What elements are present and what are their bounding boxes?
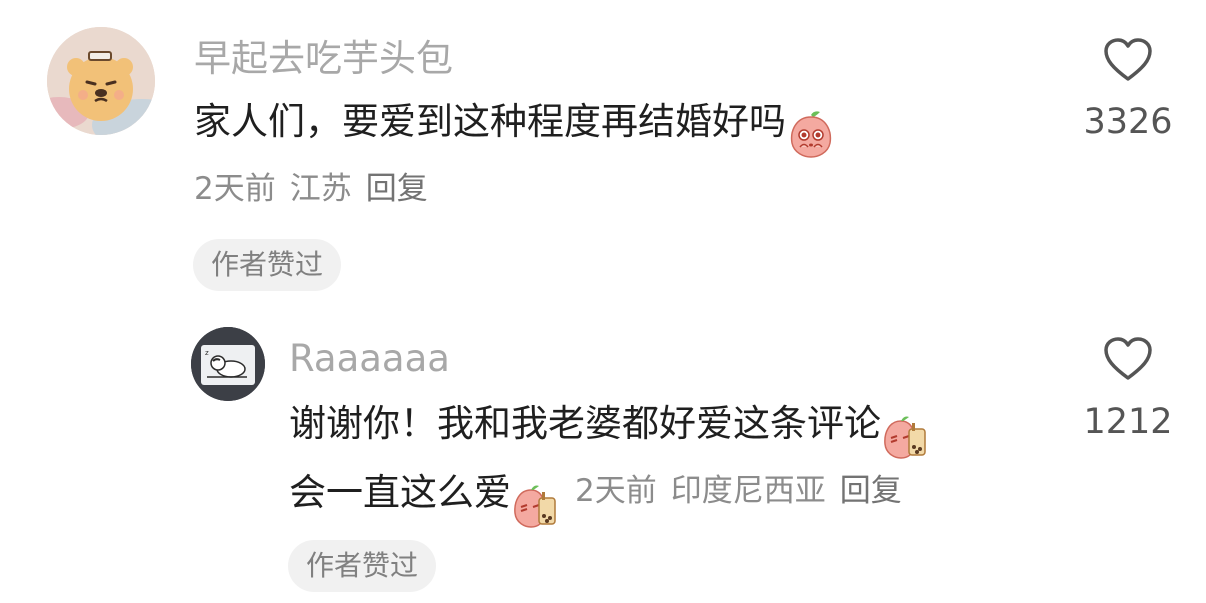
reply-reply-button[interactable]: 回复 — [840, 473, 902, 509]
heart-icon[interactable] — [1103, 37, 1153, 83]
author-liked-badge: 作者赞过 — [193, 239, 342, 291]
comment-meta: 2天前 江苏 回复 — [194, 174, 428, 205]
avatar[interactable] — [47, 27, 155, 135]
bear-avatar-icon — [47, 27, 155, 135]
comment-location: 江苏 — [289, 171, 352, 207]
reply-meta: 2天前 印度尼西亚 回复 — [575, 476, 902, 507]
reply-text-content: 谢谢你！我和我老婆都好爱这条评论 — [289, 402, 881, 445]
reply-text-line1: 谢谢你！我和我老婆都好爱这条评论 — [289, 405, 931, 461]
comment-text-content: 家人们，要爱到这种程度再结婚好吗 — [194, 100, 786, 143]
comment-username[interactable]: 早起去吃芋头包 — [194, 40, 453, 77]
like-count: 3326 — [1083, 102, 1173, 142]
reply-author-liked-badge: 作者赞过 — [288, 540, 437, 592]
reply-time: 2天前 — [575, 473, 657, 509]
flushed-peach-emoji-icon — [786, 109, 836, 159]
peach-bubble-tea-emoji-icon-2 — [511, 480, 561, 530]
reply-like-count: 1212 — [1083, 402, 1173, 442]
peach-bubble-tea-emoji-icon — [881, 411, 931, 461]
reply-text-line2: 会一直这么爱 2天前 印度尼西亚 回复 — [289, 474, 902, 530]
reply-button[interactable]: 回复 — [366, 171, 428, 207]
reply-text-content-2: 会一直这么爱 — [289, 471, 511, 514]
comment-text: 家人们，要爱到这种程度再结婚好吗 — [194, 103, 836, 159]
sleeping-cartoon-avatar-icon: z — [191, 327, 265, 401]
reply-avatar[interactable]: z — [191, 327, 265, 401]
reply-username[interactable]: Raaaaaa — [289, 340, 450, 377]
reply-heart-icon[interactable] — [1103, 336, 1153, 382]
comment-time: 2天前 — [194, 171, 276, 207]
svg-text:z: z — [205, 349, 209, 357]
reply-location: 印度尼西亚 — [670, 473, 826, 509]
